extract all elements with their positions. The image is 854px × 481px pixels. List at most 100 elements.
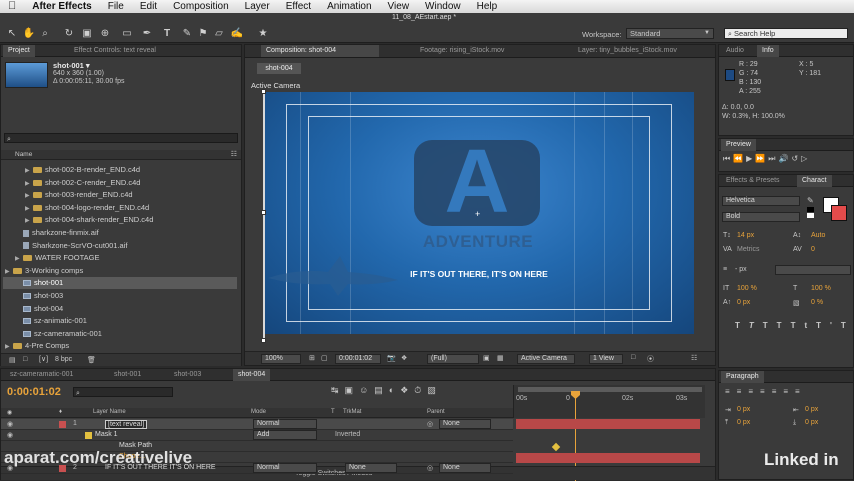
leading-value[interactable]: Auto xyxy=(811,232,825,239)
align-right-icon[interactable]: ≡ xyxy=(748,387,760,396)
disclosure-triangle-icon[interactable]: ▶ xyxy=(25,190,33,202)
stroke-color-swatch[interactable] xyxy=(831,205,847,221)
workspace-dropdown[interactable]: Standard ▼ xyxy=(626,28,714,39)
interpret-footage-icon[interactable]: ▤ xyxy=(9,356,16,364)
parent-dropdown[interactable]: None xyxy=(439,463,491,473)
track-matte-dropdown[interactable]: None xyxy=(345,463,397,473)
layout-icon[interactable]: □ xyxy=(631,354,635,361)
disclosure-triangle-icon[interactable]: ▶ xyxy=(25,165,33,177)
project-item[interactable]: ▶ shot-002-B-render_END.c4d xyxy=(3,164,237,176)
indent-right-value[interactable]: 0 px xyxy=(805,406,818,413)
frame-blending-icon[interactable]: ▤ xyxy=(374,385,389,395)
fast-preview-icon[interactable]: ⦿ xyxy=(647,354,654,364)
mask-visibility-icon[interactable]: ▢ xyxy=(321,354,328,362)
zoom-tool-icon[interactable]: ⌕ xyxy=(38,28,52,40)
clone-stamp-tool-icon[interactable]: ⚑ xyxy=(196,28,210,40)
timeline-timecode[interactable]: 0:00:01:02 xyxy=(7,386,61,398)
tab-character[interactable]: Charact xyxy=(797,175,832,187)
font-family-dropdown[interactable]: Helvetica xyxy=(722,196,800,206)
kerning-value[interactable]: Metrics xyxy=(737,246,760,253)
font-size-value[interactable]: 14 px xyxy=(737,232,754,239)
space-before-value[interactable]: 0 px xyxy=(737,419,750,426)
project-item[interactable]: sz-cameramatic-001 xyxy=(3,328,237,340)
brainstorm-icon[interactable]: ❖ xyxy=(400,385,414,395)
horizontal-scale-value[interactable]: 100 % xyxy=(811,285,831,292)
last-frame-icon[interactable]: ⏭ xyxy=(768,154,778,163)
layer-label-color[interactable] xyxy=(59,421,66,428)
mask-vertex-handle[interactable] xyxy=(261,89,266,94)
menu-composition[interactable]: Composition xyxy=(165,0,237,13)
previous-frame-icon[interactable]: ⏪ xyxy=(733,154,746,163)
mask-inverted-checkbox[interactable]: Inverted xyxy=(335,431,360,438)
rectangle-tool-icon[interactable]: ▭ xyxy=(120,28,134,40)
menu-effect[interactable]: Effect xyxy=(278,0,319,13)
menu-view[interactable]: View xyxy=(380,0,418,13)
disclosure-triangle-icon[interactable]: ▶ xyxy=(25,203,33,215)
tab-composition[interactable]: Composition: shot-004 xyxy=(261,45,379,57)
shy-layers-icon[interactable]: ☺ xyxy=(359,385,374,395)
keyframe-icon[interactable] xyxy=(551,442,561,452)
camera-tool-icon[interactable]: ▣ xyxy=(80,28,94,40)
next-frame-icon[interactable]: ⏩ xyxy=(755,154,768,163)
timeline-search-input[interactable]: ⌕ xyxy=(73,387,173,397)
apple-icon[interactable]:  xyxy=(0,0,24,13)
faux-bold-button[interactable]: T xyxy=(735,321,749,330)
mask-vertex-handle[interactable] xyxy=(261,210,266,215)
col-trkmat[interactable]: TrkMat xyxy=(343,409,361,415)
disclosure-triangle-icon[interactable]: ▶ xyxy=(25,215,33,227)
brush-tool-icon[interactable]: ✎ xyxy=(180,28,194,40)
justify-last-right-icon[interactable]: ≡ xyxy=(783,387,795,396)
views-dropdown[interactable]: 1 View xyxy=(589,354,623,364)
camera-view-dropdown[interactable]: Active Camera xyxy=(517,354,575,364)
rotate-tool-icon[interactable]: ↻ xyxy=(62,28,76,40)
column-name-header[interactable]: Name xyxy=(15,151,32,158)
space-after-value[interactable]: 0 px xyxy=(805,419,818,426)
subscript-button[interactable]: T, xyxy=(841,321,854,330)
tab-shot-004[interactable]: shot-004 xyxy=(233,369,271,381)
layer-name[interactable]: [text reveal] xyxy=(105,420,148,429)
eyedropper-icon[interactable]: ✎ xyxy=(807,196,814,205)
draft-3d-icon[interactable]: ▣ xyxy=(345,385,360,395)
layer-duration-bar[interactable] xyxy=(516,453,700,463)
project-item[interactable]: Sharkzone-ScrVO-cut001.aif xyxy=(3,240,237,252)
layer-mode-dropdown[interactable]: Add xyxy=(253,430,317,440)
indent-left-value[interactable]: 0 px xyxy=(737,406,750,413)
project-search-input[interactable]: ⌕ xyxy=(4,133,238,143)
menu-app-name[interactable]: After Effects xyxy=(24,0,99,13)
font-style-dropdown[interactable]: Bold xyxy=(722,212,800,222)
first-frame-icon[interactable]: ⏮ xyxy=(723,154,733,163)
comp-mini-flowchart-icon[interactable]: ↹ xyxy=(331,385,345,395)
mask-bounding-line[interactable] xyxy=(263,92,265,342)
project-item[interactable]: ▶ shot-004-shark-render_END.c4d xyxy=(3,214,237,226)
new-comp-icon[interactable]: [∨] xyxy=(39,355,48,363)
timecode-display[interactable]: 0:00:01:02 xyxy=(335,354,381,364)
puppet-tool-icon[interactable]: ★ xyxy=(256,28,270,40)
region-icon[interactable]: ▣ xyxy=(483,354,490,362)
tab-effects-presets[interactable]: Effects & Presets xyxy=(721,175,785,187)
tab-shot-003[interactable]: shot-003 xyxy=(169,369,206,381)
menu-layer[interactable]: Layer xyxy=(237,0,278,13)
project-item[interactable]: shot-004 xyxy=(3,303,237,315)
tab-audio[interactable]: Audio xyxy=(721,45,749,57)
project-item[interactable]: ▶ 4-Pre Comps xyxy=(3,340,237,352)
project-item[interactable]: ▶ shot-003-render_END.c4d xyxy=(3,189,237,201)
channel-icon[interactable]: ❖ xyxy=(401,354,407,362)
tab-layer[interactable]: Layer: tiny_bubbles_iStock.mov xyxy=(573,45,682,57)
project-item[interactable]: sharkzone-finmix.aif xyxy=(3,227,237,239)
time-ruler[interactable]: 00s 0 02s 03s xyxy=(513,385,705,418)
black-swatch[interactable] xyxy=(807,207,814,212)
tab-effect-controls[interactable]: Effect Controls: text reveal xyxy=(69,45,161,57)
layer-row[interactable]: ◉ 1 [text reveal] Normal ◎ None xyxy=(1,419,513,430)
align-left-icon[interactable]: ≡ xyxy=(725,387,737,396)
parent-pickwhip-icon[interactable]: ◎ xyxy=(427,464,433,472)
menu-edit[interactable]: Edit xyxy=(132,0,165,13)
pan-behind-tool-icon[interactable]: ⊕ xyxy=(98,28,112,40)
snapshot-icon[interactable]: 📷 xyxy=(387,354,396,362)
tracking-value[interactable]: 0 xyxy=(811,246,815,253)
parent-pickwhip-icon[interactable]: ◎ xyxy=(427,420,433,428)
project-item[interactable]: ▶ shot-002-C-render_END.c4d xyxy=(3,177,237,189)
disclosure-triangle-icon[interactable]: ▶ xyxy=(15,253,23,265)
selected-item-name[interactable]: shot-001 ▾ xyxy=(53,61,90,70)
tab-preview[interactable]: Preview xyxy=(721,139,756,151)
selection-tool-icon[interactable]: ↖ xyxy=(5,28,19,40)
